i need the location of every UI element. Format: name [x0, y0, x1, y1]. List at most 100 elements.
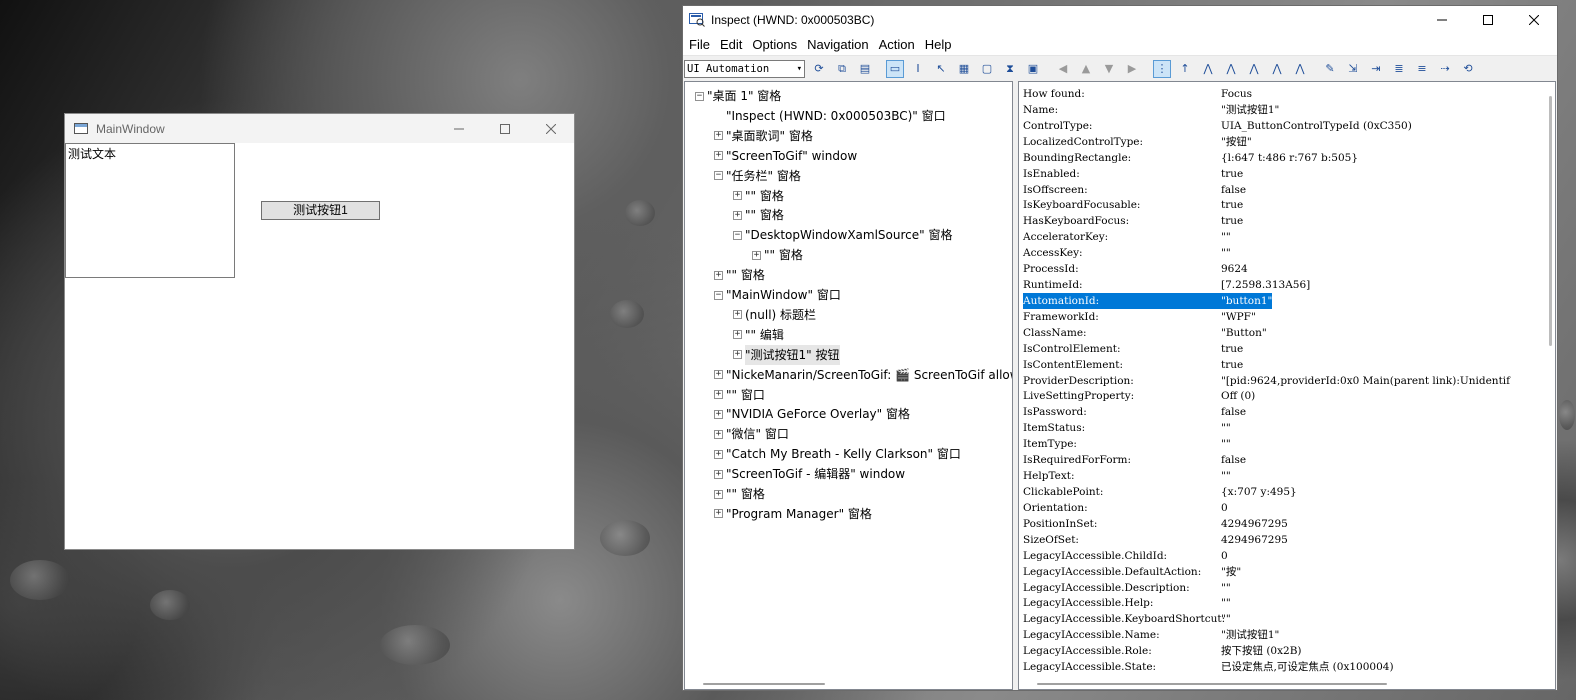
property-row[interactable]: PositionInSet: 4294967295	[1023, 516, 1543, 532]
tree-item[interactable]: + "" 窗格	[733, 186, 784, 206]
nav5-icon[interactable]: ⋀	[1268, 60, 1286, 78]
property-row[interactable]: HasKeyboardFocus: true	[1023, 213, 1543, 229]
tree-item[interactable]: − "任务栏" 窗格	[714, 166, 801, 186]
rect-icon[interactable]: ▭	[886, 59, 904, 78]
forward-icon[interactable]: ▶	[1123, 60, 1141, 78]
expand-icon[interactable]: +	[714, 469, 723, 479]
tree-item[interactable]: − "桌面 1" 窗格	[695, 86, 781, 106]
highlight-icon[interactable]: ▦	[955, 60, 973, 78]
parent-icon[interactable]: ▲	[1077, 60, 1095, 78]
action3-icon[interactable]: ⇥	[1367, 60, 1385, 78]
tree-item[interactable]: "Inspect (HWND: 0x000503BC)" 窗口	[714, 106, 946, 126]
property-row[interactable]: IsEnabled: true	[1023, 166, 1543, 182]
action7-icon[interactable]: ⟲	[1459, 60, 1477, 78]
back-icon[interactable]: ◀	[1054, 60, 1072, 78]
property-row[interactable]: IsControlElement: true	[1023, 341, 1543, 357]
copy-icon[interactable]: ⧉	[833, 60, 851, 78]
expand-icon[interactable]: +	[714, 270, 723, 280]
tree-item[interactable]: + "NickeManarin/ScreenToGif: 🎬 ScreenToGi…	[714, 365, 1012, 385]
property-row[interactable]: Name: "测试按钮1"	[1023, 102, 1543, 118]
mode-select[interactable]: UI Automation ▾	[684, 59, 805, 78]
property-row[interactable]: LegacyIAccessible.DefaultAction: "按"	[1023, 564, 1543, 580]
tree-item[interactable]: + "Catch My Breath - Kelly Clarkson" 窗口	[714, 444, 961, 464]
action2-icon[interactable]: ⇲	[1344, 60, 1362, 78]
hover-icon[interactable]: ⧗	[1001, 60, 1019, 78]
property-row[interactable]: LegacyIAccessible.KeyboardShortcut: ""	[1023, 611, 1543, 627]
expand-icon[interactable]: +	[714, 131, 723, 141]
menu-file[interactable]: File	[686, 37, 717, 52]
inspect-minimize-button[interactable]	[1419, 6, 1465, 33]
property-row[interactable]: How found: Focus	[1023, 86, 1543, 102]
expand-icon[interactable]: +	[714, 509, 723, 519]
tree-item[interactable]: + (null) 标题栏	[733, 305, 816, 325]
tree-item[interactable]: + "" 窗格	[714, 265, 765, 285]
menu-navigation[interactable]: Navigation	[804, 37, 875, 52]
copy-tree-icon[interactable]: ▤	[856, 60, 874, 78]
tree-item[interactable]: + "微信" 窗口	[714, 424, 789, 444]
tree-item[interactable]: + "ScreenToGif" window	[714, 146, 857, 166]
test-textbox[interactable]: 测试文本	[65, 143, 235, 278]
expand-icon[interactable]: +	[714, 409, 723, 419]
menu-edit[interactable]: Edit	[717, 37, 749, 52]
tree-item[interactable]: + "NVIDIA GeForce Overlay" 窗格	[714, 404, 910, 424]
collapse-icon[interactable]: −	[733, 230, 742, 240]
nav6-icon[interactable]: ⋀	[1291, 60, 1309, 78]
inspect-titlebar[interactable]: Inspect (HWND: 0x000503BC)	[683, 6, 1557, 33]
expand-icon[interactable]: +	[714, 429, 723, 439]
nav1-icon[interactable]: ↑	[1176, 60, 1194, 78]
tree-item[interactable]: − "DesktopWindowXamlSource" 窗格	[733, 225, 952, 245]
tree-item[interactable]: + "测试按钮1" 按钮	[733, 344, 840, 365]
caret-icon[interactable]: I	[909, 60, 927, 78]
properties-scroll-thumb[interactable]	[1549, 96, 1552, 346]
property-row[interactable]: Orientation: 0	[1023, 500, 1543, 516]
action6-icon[interactable]: ⇢	[1436, 60, 1454, 78]
expand-icon[interactable]: +	[714, 390, 723, 399]
inspect-close-button[interactable]	[1511, 6, 1557, 33]
collapse-icon[interactable]: −	[714, 171, 723, 181]
tree-item[interactable]: + "" 窗格	[714, 484, 765, 504]
action4-icon[interactable]: ≣	[1390, 60, 1408, 78]
action5-icon[interactable]: ≡	[1413, 60, 1431, 78]
menu-help[interactable]: Help	[922, 37, 959, 52]
tree-item[interactable]: + "" 编辑	[733, 325, 784, 345]
expand-icon[interactable]: +	[733, 191, 742, 200]
collapse-icon[interactable]: −	[695, 91, 704, 101]
property-row[interactable]: AutomationId: "button1"	[1023, 292, 1543, 309]
close-button[interactable]	[528, 114, 574, 143]
nav3-icon[interactable]: ⋀	[1222, 60, 1240, 78]
property-row[interactable]: LocalizedControlType: "按钮"	[1023, 134, 1543, 150]
properties-scroll-thumb-h[interactable]	[1037, 683, 1387, 685]
property-row[interactable]: ProcessId: 9624	[1023, 261, 1543, 277]
tree-item[interactable]: + "" 窗格	[752, 245, 803, 265]
tree-item[interactable]: + "Program Manager" 窗格	[714, 504, 872, 524]
tree-icon[interactable]: ⋮	[1153, 59, 1171, 78]
tree-item[interactable]: + "" 窗口	[714, 385, 765, 405]
tree-item[interactable]: + "桌面歌词" 窗格	[714, 126, 813, 146]
menu-options[interactable]: Options	[749, 37, 804, 52]
property-row[interactable]: HelpText: ""	[1023, 468, 1543, 484]
expand-icon[interactable]: +	[733, 350, 742, 360]
expand-icon[interactable]: +	[714, 151, 723, 161]
property-row[interactable]: ItemType: ""	[1023, 436, 1543, 452]
property-row[interactable]: ClickablePoint: {x:707 y:495}	[1023, 484, 1543, 500]
tree-item[interactable]: + "" 窗格	[733, 205, 784, 225]
inspect-maximize-button[interactable]	[1465, 6, 1511, 33]
expand-icon[interactable]: +	[733, 210, 742, 220]
properties-horizontal-scrollbar[interactable]	[1019, 677, 1555, 689]
property-row[interactable]: LiveSettingProperty: Off (0)	[1023, 388, 1543, 404]
tree-horizontal-scrollbar[interactable]	[685, 677, 1012, 689]
properties-pane[interactable]: How found: Focus Name: "测试按钮1" ControlType: U…	[1018, 81, 1556, 690]
child-icon[interactable]: ▼	[1100, 60, 1118, 78]
property-row[interactable]: RuntimeId: [7.2598.313A56]	[1023, 277, 1543, 293]
property-row[interactable]: BoundingRectangle: {l:647 t:486 r:767 b:5…	[1023, 150, 1543, 166]
focus-icon[interactable]: ▣	[1024, 60, 1042, 78]
property-row[interactable]: LegacyIAccessible.State: 已设定焦点,可设定焦点 (0x1…	[1023, 659, 1543, 675]
expand-icon[interactable]: +	[714, 449, 723, 459]
property-row[interactable]: ClassName: "Button"	[1023, 325, 1543, 341]
watch-icon[interactable]: ▢	[978, 60, 996, 78]
property-row[interactable]: AccessKey: ""	[1023, 245, 1543, 261]
expand-icon[interactable]: +	[714, 489, 723, 499]
property-row[interactable]: LegacyIAccessible.Description: ""	[1023, 580, 1543, 596]
property-row[interactable]: IsContentElement: true	[1023, 357, 1543, 373]
nav4-icon[interactable]: ⋀	[1245, 60, 1263, 78]
